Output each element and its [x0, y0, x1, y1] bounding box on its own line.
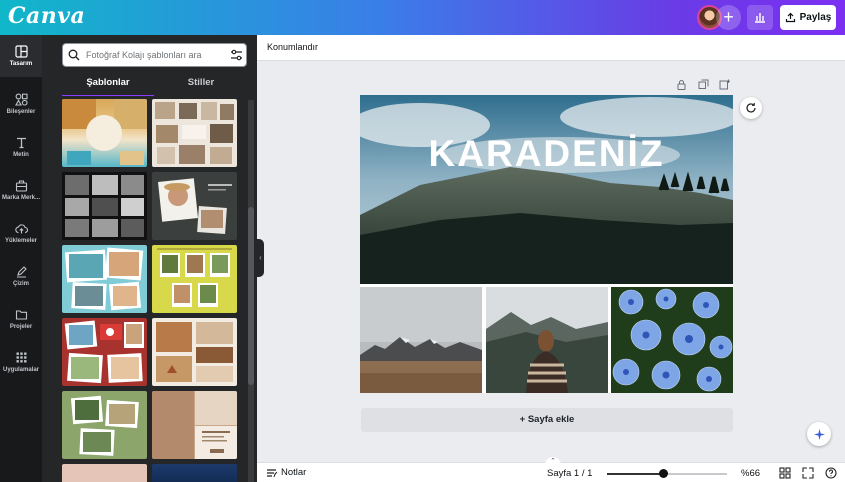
rail-label: Marka Merk... — [1, 195, 41, 201]
zoom-slider-fill — [607, 473, 664, 475]
collapse-panel-button[interactable]: ‹ — [257, 239, 264, 277]
search-icon — [68, 49, 80, 61]
left-rail: Tasarım Bileşenler Metin Marka Merk... Y… — [0, 35, 42, 482]
apps-grid-icon — [16, 352, 26, 363]
search-input[interactable] — [86, 50, 224, 60]
hero-photo[interactable]: KARADENİZ — [360, 95, 733, 284]
context-toolbar: Konumlandır — [257, 35, 845, 61]
regenerate-button[interactable] — [740, 97, 762, 119]
add-page-icon[interactable] — [719, 79, 730, 90]
template-thumbnail[interactable] — [62, 464, 147, 482]
template-thumbnail[interactable] — [62, 99, 147, 167]
expand-pages-button[interactable]: ⌃ — [545, 457, 561, 465]
pen-icon — [16, 266, 27, 278]
rail-item-apps[interactable]: Uygulamalar — [0, 341, 42, 383]
template-thumbnail[interactable] — [152, 245, 237, 313]
rail-label: Bileşenler — [6, 109, 36, 115]
rail-item-brand[interactable]: Marka Merk... — [0, 169, 42, 211]
layout-icon — [14, 45, 28, 58]
tab-styles[interactable]: Stiller — [155, 76, 247, 96]
add-page-button[interactable]: + Sayfa ekle — [361, 408, 733, 432]
zoom-slider-handle[interactable] — [658, 469, 668, 478]
rail-label: Tasarım — [9, 61, 33, 67]
lock-icon[interactable] — [676, 79, 687, 90]
sparkle-icon — [813, 428, 825, 440]
templates-panel: Şablonlar Stiller — [42, 35, 257, 482]
photo-blue-flowers[interactable] — [611, 287, 733, 393]
bottom-bar: ⌃ Notlar Sayfa 1 / 1 %66 — [257, 457, 845, 482]
share-label: Paylaş — [799, 12, 832, 23]
panel-scroll-thumb[interactable] — [248, 207, 254, 385]
upload-cloud-icon — [14, 224, 28, 234]
filter-sliders-icon[interactable] — [230, 49, 243, 61]
photo-mountains[interactable] — [360, 287, 482, 393]
template-thumbnail[interactable] — [152, 318, 237, 386]
zoom-level[interactable]: %66 — [741, 468, 760, 479]
insights-button[interactable] — [747, 5, 773, 30]
add-collaborator-button[interactable]: + — [716, 5, 741, 30]
rail-item-projects[interactable]: Projeler — [0, 298, 42, 340]
template-thumbnail[interactable] — [152, 99, 237, 167]
rail-item-elements[interactable]: Bileşenler — [0, 83, 42, 125]
help-icon[interactable] — [825, 467, 837, 479]
notes-label: Notlar — [281, 467, 307, 478]
photo-woman-mountains[interactable] — [486, 287, 608, 393]
template-thumbnail[interactable] — [152, 464, 237, 482]
refresh-icon — [746, 103, 756, 113]
upload-icon — [785, 12, 795, 23]
rail-label: Çizim — [12, 281, 29, 287]
rail-label: Uygulamalar — [2, 367, 39, 373]
notes-button[interactable]: Notlar — [266, 467, 306, 478]
template-thumbnail[interactable] — [62, 172, 147, 240]
template-thumbnail[interactable] — [62, 318, 147, 386]
text-icon — [16, 137, 26, 149]
canva-logo[interactable]: Canva — [8, 3, 85, 29]
notes-icon — [267, 469, 277, 478]
brand-kit-icon — [15, 180, 27, 192]
rail-item-design[interactable]: Tasarım — [0, 35, 42, 77]
duplicate-icon[interactable] — [698, 79, 709, 90]
elements-icon — [14, 93, 28, 106]
rail-item-text[interactable]: Metin — [0, 126, 42, 168]
template-thumbnail[interactable] — [62, 245, 147, 313]
position-button[interactable]: Konumlandır — [267, 42, 318, 52]
share-button[interactable]: Paylaş — [780, 5, 836, 30]
rail-label: Projeler — [9, 324, 33, 330]
rail-item-draw[interactable]: Çizim — [0, 255, 42, 297]
rail-item-uploads[interactable]: Yüklemeler — [0, 212, 42, 254]
rail-label: Yüklemeler — [4, 238, 38, 244]
rail-label: Metin — [13, 152, 29, 158]
design-page[interactable]: KARADENİZ — [360, 95, 733, 393]
folder-icon — [15, 310, 27, 320]
panel-tabs: Şablonlar Stiller — [62, 76, 247, 96]
template-thumbnail[interactable] — [152, 172, 237, 240]
bar-chart-icon — [755, 13, 765, 23]
template-thumbnail[interactable] — [152, 391, 237, 459]
top-bar: Canva + Paylaş — [0, 0, 845, 35]
fullscreen-icon[interactable] — [802, 467, 814, 479]
magic-assistant-button[interactable] — [807, 422, 831, 446]
tab-templates[interactable]: Şablonlar — [62, 76, 154, 96]
page-indicator[interactable]: Sayfa 1 / 1 — [547, 468, 592, 479]
template-thumbnail[interactable] — [62, 391, 147, 459]
grid-view-icon[interactable] — [779, 467, 791, 479]
search-box[interactable] — [62, 43, 247, 67]
hero-title[interactable]: KARADENİZ — [360, 133, 733, 175]
